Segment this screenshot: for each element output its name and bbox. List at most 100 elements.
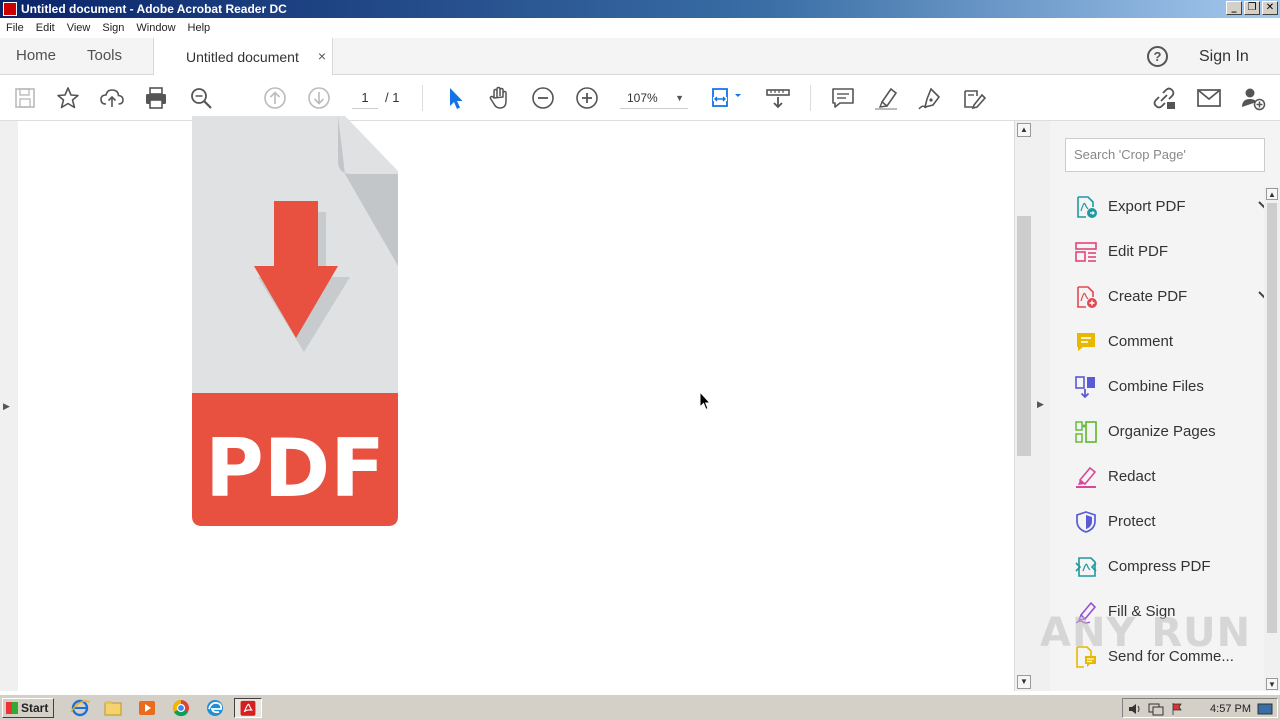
tool-item-create-pdf[interactable]: Create PDF: [1065, 274, 1270, 319]
edit-pdf-icon: [1074, 240, 1098, 264]
page-number-input[interactable]: 1: [352, 87, 378, 109]
tool-item-redact[interactable]: Redact: [1065, 454, 1265, 499]
explorer-icon[interactable]: [101, 698, 125, 718]
tools-pane-scrollbar[interactable]: ▲ ▼: [1264, 187, 1280, 691]
scroll-down-icon[interactable]: ▼: [1266, 678, 1278, 690]
media-player-icon[interactable]: [135, 698, 159, 718]
tool-item-label: Combine Files: [1108, 378, 1204, 395]
chrome-icon[interactable]: [169, 698, 193, 718]
page-up-icon[interactable]: [262, 85, 288, 111]
show-desktop-icon[interactable]: [1257, 702, 1273, 716]
windows-logo-icon: [6, 702, 18, 714]
window-title: Untitled document - Adobe Acrobat Reader…: [21, 2, 287, 16]
tools-search-input[interactable]: Search 'Crop Page': [1065, 138, 1265, 172]
mouse-cursor-icon: [699, 391, 711, 411]
scrollbar-thumb[interactable]: [1267, 203, 1277, 633]
scroll-mode-icon[interactable]: [765, 85, 791, 111]
tool-item-comment[interactable]: Comment: [1065, 319, 1265, 364]
toolbar-divider: [422, 85, 423, 111]
comment-icon[interactable]: [830, 85, 856, 111]
tab-home[interactable]: Home: [16, 38, 56, 74]
tool-item-label: Compress PDF: [1108, 558, 1211, 575]
menu-help[interactable]: Help: [182, 22, 217, 34]
ie-icon[interactable]: [68, 698, 92, 718]
share-link-icon[interactable]: [1151, 85, 1177, 111]
tool-item-protect[interactable]: Protect: [1065, 499, 1265, 544]
tray-icons[interactable]: [1127, 702, 1197, 716]
comment-icon: [1074, 330, 1098, 354]
sign-icon[interactable]: [917, 85, 943, 111]
page-total: / 1: [385, 90, 400, 105]
scroll-up-icon[interactable]: ▲: [1266, 188, 1278, 200]
zoom-select[interactable]: 107% ▼: [620, 87, 688, 109]
tools-pane: Search 'Crop Page' Export PDF Edit PDF Cre…: [1050, 121, 1280, 691]
scroll-up-icon[interactable]: ▲: [1017, 123, 1031, 137]
toolbar: 1 / 1 107% ▼: [0, 75, 1280, 121]
tool-item-organize-pages[interactable]: Organize Pages: [1065, 409, 1265, 454]
watermark: ANY RUN: [1040, 610, 1252, 656]
close-tab-icon[interactable]: ×: [318, 38, 326, 75]
bookmark-star-icon[interactable]: [55, 85, 81, 111]
tool-item-label: Protect: [1108, 513, 1156, 530]
fit-page-icon[interactable]: [708, 85, 744, 111]
select-arrow-icon[interactable]: [442, 85, 468, 111]
zoom-in-icon[interactable]: [574, 85, 600, 111]
left-pane-toggle-icon[interactable]: ▶: [3, 401, 10, 412]
tab-bar: Home Tools Untitled document × ? Sign In: [0, 38, 1280, 75]
print-icon[interactable]: [143, 85, 169, 111]
zoom-out-icon[interactable]: [530, 85, 556, 111]
tool-item-label: Export PDF: [1108, 198, 1186, 215]
tool-item-compress-pdf[interactable]: Compress PDF: [1065, 544, 1265, 589]
scroll-down-icon[interactable]: ▼: [1017, 675, 1031, 689]
title-bar: Untitled document - Adobe Acrobat Reader…: [0, 0, 1280, 18]
menu-edit[interactable]: Edit: [30, 22, 61, 34]
document-area[interactable]: ▶ PDF: [0, 116, 1032, 691]
email-icon[interactable]: [1196, 85, 1222, 111]
maximize-button[interactable]: ❐: [1244, 1, 1260, 15]
sign-in-link[interactable]: Sign In: [1199, 38, 1249, 75]
hand-icon[interactable]: [486, 85, 512, 111]
document-tab-label: Untitled document: [186, 49, 299, 65]
menu-bar: File Edit View Sign Window Help: [0, 18, 1280, 38]
tools-list: Export PDF Edit PDF Create PDF Comment Combi…: [1065, 184, 1270, 679]
tool-item-combine-files[interactable]: Combine Files: [1065, 364, 1265, 409]
add-user-icon[interactable]: [1240, 85, 1266, 111]
tool-item-label: Edit PDF: [1108, 243, 1169, 260]
acrobat-app-icon: [3, 2, 17, 16]
help-icon[interactable]: ?: [1147, 46, 1168, 67]
tool-item-label: Redact: [1108, 468, 1156, 485]
highlight-icon[interactable]: [873, 85, 899, 111]
scrollbar-thumb[interactable]: [1017, 216, 1031, 456]
start-label: Start: [21, 701, 49, 715]
protect-icon: [1074, 510, 1098, 534]
document-scrollbar[interactable]: ▲ ▼: [1014, 121, 1032, 691]
edge-icon[interactable]: [203, 698, 227, 718]
system-tray: 4:57 PM: [1122, 698, 1278, 718]
menu-view[interactable]: View: [61, 22, 97, 34]
menu-file[interactable]: File: [0, 22, 30, 34]
tool-item-label: Comment: [1108, 333, 1174, 350]
create-pdf-icon: [1074, 285, 1098, 309]
chevron-down-icon: ▼: [675, 93, 684, 103]
clock: 4:57 PM: [1210, 703, 1251, 715]
tool-item-export-pdf[interactable]: Export PDF: [1065, 184, 1270, 229]
tool-item-edit-pdf[interactable]: Edit PDF: [1065, 229, 1265, 274]
tool-item-label: Organize Pages: [1108, 423, 1216, 440]
menu-window[interactable]: Window: [130, 22, 181, 34]
save-icon[interactable]: [12, 85, 38, 111]
tab-tools[interactable]: Tools: [87, 38, 122, 74]
toolbar-divider: [810, 85, 811, 111]
zoom-search-icon[interactable]: [188, 85, 214, 111]
upload-cloud-icon[interactable]: [99, 85, 125, 111]
collapse-pane-icon[interactable]: ▶: [1037, 399, 1044, 410]
acrobat-icon[interactable]: [234, 698, 262, 718]
fill-sign-icon[interactable]: [961, 85, 987, 111]
start-button[interactable]: Start: [2, 698, 54, 718]
tab-document[interactable]: Untitled document ×: [153, 38, 333, 75]
minimize-button[interactable]: _: [1226, 1, 1242, 15]
menu-sign[interactable]: Sign: [96, 22, 130, 34]
pdf-page[interactable]: PDF: [18, 116, 1014, 691]
page-down-icon[interactable]: [306, 85, 332, 111]
close-window-button[interactable]: ✕: [1262, 1, 1278, 15]
combine-files-icon: [1074, 375, 1098, 399]
